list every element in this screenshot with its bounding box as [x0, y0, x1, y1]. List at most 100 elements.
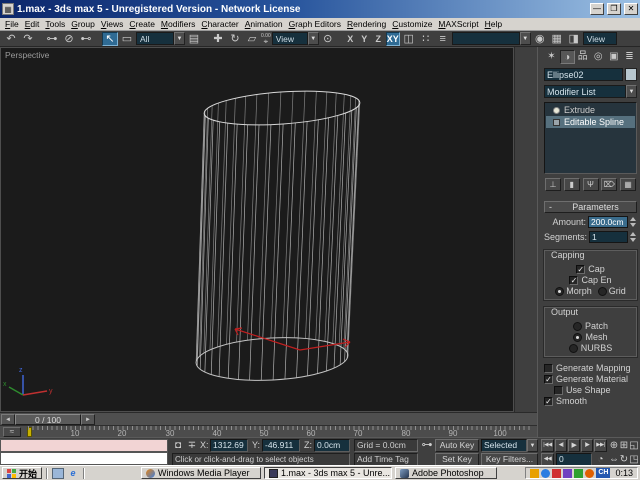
tab-modify-icon[interactable]: ◑ — [560, 50, 575, 64]
stack-item-editable-spline[interactable]: Editable Spline — [546, 116, 635, 128]
generate-material-checkbox[interactable]: ✓ — [544, 375, 553, 384]
tray-icon[interactable] — [552, 469, 561, 478]
internet-explorer-icon[interactable]: e — [67, 468, 79, 479]
menu-tools[interactable]: Tools — [42, 19, 68, 29]
mesh-radio[interactable] — [573, 333, 582, 342]
object-color-swatch[interactable] — [625, 68, 637, 81]
auto-key-button[interactable]: Auto Key — [435, 439, 479, 452]
tab-create-icon[interactable]: ✶ — [544, 50, 559, 64]
use-pivot-icon[interactable]: ⊙ — [320, 32, 336, 46]
render-view-dropdown[interactable]: View — [583, 32, 617, 45]
chevron-down-icon[interactable]: ▼ — [626, 85, 637, 98]
z-coordinate-field[interactable]: 0.0cm — [314, 439, 350, 452]
align-icon[interactable]: ≡ — [435, 32, 451, 46]
tray-icon[interactable] — [563, 469, 572, 478]
remove-modifier-icon[interactable]: ⌦ — [601, 178, 617, 191]
morph-radio[interactable] — [555, 287, 564, 296]
mini-curve-editor-icon[interactable]: ≈ — [3, 427, 21, 437]
named-selection-dropdown[interactable]: ▼ — [452, 32, 531, 45]
unlink-icon[interactable]: ⊘ — [61, 32, 77, 46]
restrict-x-button[interactable]: X — [344, 32, 357, 46]
next-frame-icon[interactable]: |▶ — [581, 439, 593, 452]
stack-item-extrude[interactable]: Extrude — [546, 104, 635, 116]
zoom-all-icon[interactable]: ⊞ — [619, 439, 629, 452]
amount-spinner[interactable] — [630, 217, 637, 227]
make-unique-icon[interactable]: Ψ — [583, 178, 599, 191]
select-by-name-icon[interactable]: ▤ — [186, 32, 202, 46]
task-windows-media-player[interactable]: Windows Media Player — [141, 467, 261, 479]
selection-filter-value[interactable]: All — [136, 32, 174, 45]
restrict-z-button[interactable]: Z — [372, 32, 385, 46]
maximize-button[interactable]: ❐ — [607, 3, 621, 15]
chevron-down-icon[interactable]: ▼ — [520, 32, 531, 45]
restrict-xy-button[interactable]: XY — [386, 32, 400, 46]
lock-selection-icon[interactable]: ◘ — [172, 439, 184, 452]
y-coordinate-field[interactable]: -46.911 — [262, 439, 300, 452]
smooth-checkbox[interactable]: ✓ — [544, 397, 553, 406]
zoom-icon[interactable]: ⊕ — [609, 439, 619, 452]
grid-radio[interactable] — [598, 287, 607, 296]
generate-mapping-checkbox[interactable] — [544, 364, 553, 373]
select-rotate-icon[interactable]: ↻ — [227, 32, 243, 46]
menu-file[interactable]: File — [2, 19, 22, 29]
quick-render-icon[interactable]: ◨ — [566, 32, 582, 46]
amount-field[interactable]: 200.0cm — [588, 216, 628, 228]
tray-icon[interactable] — [530, 469, 539, 478]
chevron-down-icon[interactable]: ▼ — [308, 32, 319, 45]
tab-hierarchy-icon[interactable]: 品 — [575, 50, 590, 64]
select-scale-icon[interactable]: ▱ — [244, 32, 260, 46]
array-icon[interactable]: ∷ — [418, 32, 434, 46]
configure-modifier-icon[interactable]: ▦ — [620, 178, 636, 191]
use-shape-checkbox[interactable] — [554, 386, 563, 395]
segments-field[interactable]: 1 — [589, 231, 628, 243]
reference-coordinate-dropdown[interactable]: View ▼ — [272, 32, 319, 45]
segments-spinner[interactable] — [630, 232, 637, 242]
chevron-down-icon[interactable]: ▼ — [527, 439, 538, 452]
select-move-icon[interactable]: ✚ — [210, 32, 226, 46]
tab-motion-icon[interactable]: ◎ — [591, 50, 606, 64]
language-indicator[interactable]: CH — [596, 468, 610, 478]
tab-display-icon[interactable]: ▣ — [606, 50, 621, 64]
time-slider-handle[interactable]: 0 / 100 — [15, 414, 81, 425]
play-animation-icon[interactable]: ▶ — [568, 439, 580, 452]
menu-rendering[interactable]: Rendering — [344, 19, 389, 29]
cap-end-checkbox[interactable]: ✓ — [569, 276, 578, 285]
reference-coordinate-value[interactable]: View — [272, 32, 308, 45]
menu-modifiers[interactable]: Modifiers — [158, 19, 199, 29]
tray-icon[interactable] — [541, 469, 550, 478]
menu-create[interactable]: Create — [126, 19, 158, 29]
next-frame-arrow-icon[interactable]: ► — [81, 414, 95, 425]
previous-frame-icon[interactable]: ◀| — [555, 439, 567, 452]
tab-utilities-icon[interactable]: ≣ — [622, 50, 637, 64]
menu-animation[interactable]: Animation — [242, 19, 286, 29]
select-link-icon[interactable]: ⊶ — [44, 32, 60, 46]
patch-radio[interactable] — [573, 322, 582, 331]
macro-recorder-pane[interactable] — [0, 439, 168, 452]
selection-region-icon[interactable]: ▭ — [119, 32, 135, 46]
parameters-rollout-header[interactable]: - Parameters — [544, 201, 637, 213]
restrict-y-button[interactable]: Y — [358, 32, 371, 46]
menu-character[interactable]: Character — [198, 19, 241, 29]
show-end-result-icon[interactable]: ▮ — [564, 178, 580, 191]
absolute-offset-toggle-icon[interactable]: ∓ — [186, 439, 198, 452]
cap-start-checkbox[interactable]: ✓ — [576, 265, 585, 274]
chevron-down-icon[interactable]: ▼ — [174, 32, 185, 45]
zoom-extents-icon[interactable]: ◱ — [629, 439, 639, 452]
track-bar[interactable]: ≈ 10 20 30 40 50 60 70 80 90 100 — [0, 425, 537, 437]
tray-icon[interactable] — [574, 469, 583, 478]
close-button[interactable]: ✕ — [624, 3, 638, 15]
task-3dsmax[interactable]: 1.max - 3ds max 5 - Unre... — [264, 467, 392, 479]
x-coordinate-field[interactable]: 1312.69 — [210, 439, 248, 452]
nurbs-radio[interactable] — [569, 344, 578, 353]
goto-end-icon[interactable]: ▶▶| — [594, 439, 607, 452]
snap-percent-toggle[interactable]: 0.00 ⌖ — [261, 34, 271, 44]
pin-stack-icon[interactable]: ⊥ — [545, 178, 561, 191]
modifier-list-dropdown[interactable]: Modifier List — [544, 85, 626, 98]
undo-icon[interactable]: ↶ — [3, 32, 19, 46]
maxscript-listener-input[interactable] — [0, 452, 168, 465]
render-scene-icon[interactable]: ▦ — [549, 32, 565, 46]
goto-start-icon[interactable]: |◀◀ — [541, 439, 554, 452]
mirror-icon[interactable]: ◫ — [401, 32, 417, 46]
redo-icon[interactable]: ↷ — [20, 32, 36, 46]
select-object-icon[interactable]: ↖ — [102, 32, 118, 46]
